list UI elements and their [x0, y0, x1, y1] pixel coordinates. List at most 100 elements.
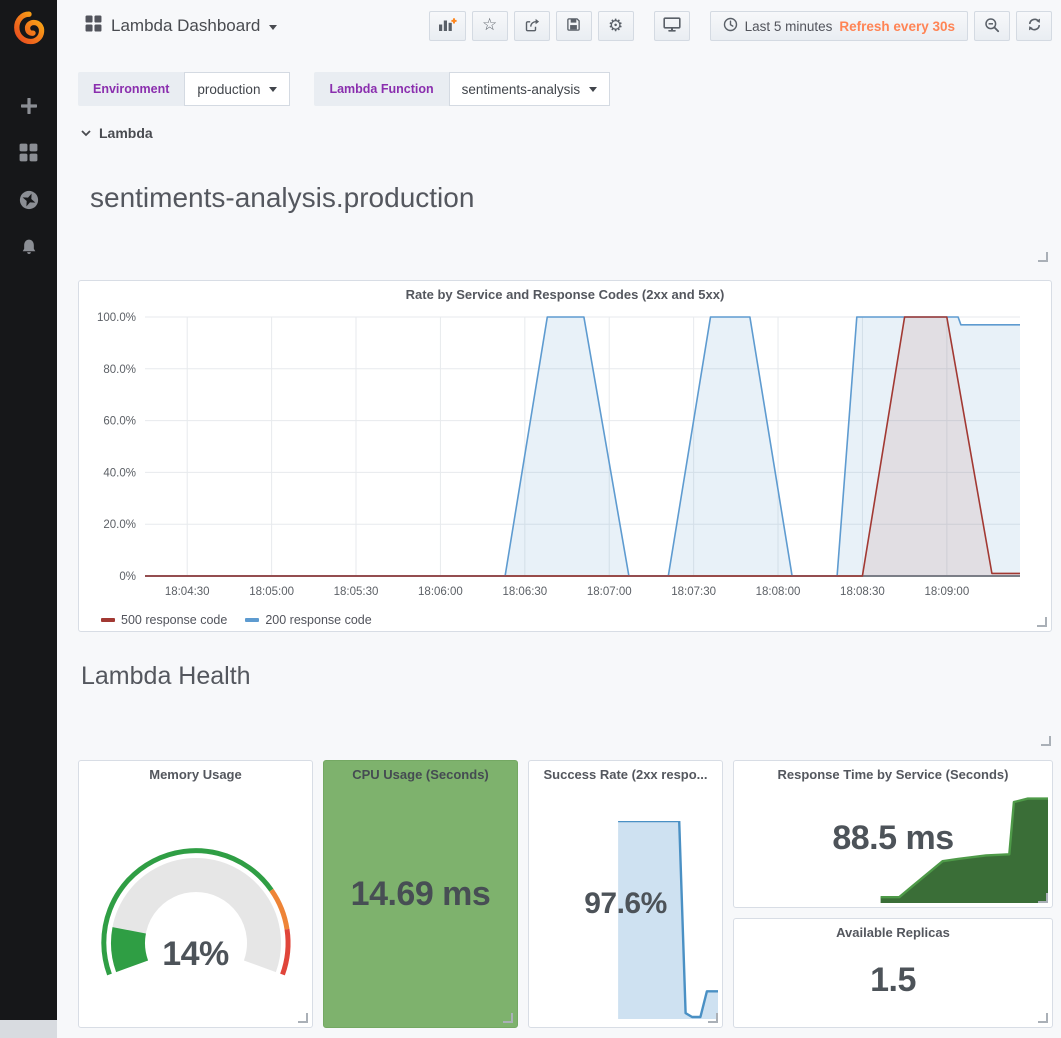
rate-chart-plot[interactable]: 18:04:30 18:05:00 18:05:30 18:06:00 18:06:30… — [79, 309, 1051, 609]
add-panel-icon — [438, 17, 457, 36]
legend-item[interactable]: 500 response code — [101, 613, 227, 627]
panel-cpu-usage: CPU Usage (Seconds) 14.69 ms — [323, 760, 518, 1028]
chart-legend: 500 response code 200 response code — [79, 609, 1051, 631]
alerting-bell-icon — [20, 238, 38, 261]
cycle-view-button[interactable] — [654, 11, 690, 41]
panel-title[interactable]: Available Replicas — [734, 919, 1052, 947]
svg-text:18:07:30: 18:07:30 — [671, 586, 716, 598]
filter-value: production — [197, 82, 260, 97]
filter-label: Environment — [78, 72, 184, 106]
settings-button[interactable]: ⚙ — [598, 11, 634, 41]
chevron-down-icon — [269, 87, 277, 92]
legend-color-chip — [101, 618, 115, 622]
memory-gauge: 14% — [79, 789, 312, 1029]
svg-text:18:08:30: 18:08:30 — [840, 586, 885, 598]
save-button[interactable] — [556, 11, 592, 41]
filter-environment-select[interactable]: production — [184, 72, 290, 106]
dashboard-title-dropdown[interactable]: Lambda Dashboard — [85, 15, 277, 37]
add-panel-button[interactable] — [429, 11, 466, 41]
panel-memory-usage: Memory Usage 14% — [78, 760, 313, 1028]
svg-text:18:05:00: 18:05:00 — [249, 586, 294, 598]
time-range-picker[interactable]: Last 5 minutes Refresh every 30s — [710, 11, 968, 41]
chevron-down-icon — [81, 124, 91, 142]
svg-text:80.0%: 80.0% — [103, 364, 136, 376]
filter-label: Lambda Function — [314, 72, 448, 106]
share-icon — [524, 17, 540, 36]
svg-text:18:08:00: 18:08:00 — [756, 586, 801, 598]
panel-available-replicas: Available Replicas 1.5 — [733, 918, 1053, 1028]
response-time-value: 88.5 ms — [734, 819, 1052, 858]
dashboard-title: Lambda Dashboard — [111, 16, 260, 36]
panel-title[interactable]: Rate by Service and Response Codes (2xx … — [79, 281, 1051, 309]
chevron-down-icon — [589, 87, 597, 92]
legend-color-chip — [245, 618, 259, 622]
panel-title[interactable]: Success Rate (2xx respo... — [529, 761, 722, 789]
row-toggle-lambda[interactable]: Lambda — [81, 124, 153, 142]
gauge-arc — [86, 823, 306, 1023]
refresh-icon — [1027, 17, 1042, 35]
panel-title[interactable]: Response Time by Service (Seconds) — [734, 761, 1052, 789]
refresh-interval-label: Refresh every 30s — [839, 19, 955, 34]
panel-resize-handle[interactable] — [1041, 736, 1051, 746]
sidebar-nav — [0, 98, 57, 259]
sidebar-alerting-button[interactable] — [0, 239, 57, 259]
section-heading-lambda-health: Lambda Health — [81, 662, 251, 691]
panel-success-rate: Success Rate (2xx respo... 97.6% — [528, 760, 723, 1028]
filter-lambda-function-select[interactable]: sentiments-analysis — [449, 72, 611, 106]
star-button[interactable]: ☆ — [472, 11, 508, 41]
legend-label: 500 response code — [121, 613, 227, 627]
svg-text:18:07:00: 18:07:00 — [587, 586, 632, 598]
panel-title[interactable]: CPU Usage (Seconds) — [324, 761, 517, 789]
filter-value: sentiments-analysis — [462, 82, 581, 97]
explore-compass-icon — [19, 190, 39, 215]
main-content: Lambda Dashboard ☆ — [57, 0, 1061, 1038]
sidebar-bottom-strip — [0, 1020, 57, 1038]
panel-function-name-text: sentiments-analysis.production — [78, 150, 1052, 266]
legend-label: 200 response code — [265, 613, 371, 627]
function-name-text: sentiments-analysis.production — [90, 182, 474, 214]
refresh-button[interactable] — [1016, 11, 1052, 41]
save-icon — [566, 17, 581, 35]
star-icon: ☆ — [482, 17, 497, 34]
svg-text:18:05:30: 18:05:30 — [334, 586, 379, 598]
plus-icon — [21, 98, 37, 119]
available-replicas-value: 1.5 — [734, 961, 1052, 1000]
filter-lambda-function: Lambda Function sentiments-analysis — [314, 72, 610, 106]
top-navbar: Lambda Dashboard ☆ — [57, 0, 1061, 52]
sidebar-create-button[interactable] — [0, 98, 57, 118]
panel-resize-handle[interactable] — [1038, 252, 1048, 262]
template-variables-row: Environment production Lambda Function s… — [78, 72, 610, 106]
svg-text:18:06:00: 18:06:00 — [418, 586, 463, 598]
svg-text:20.0%: 20.0% — [103, 519, 136, 531]
grafana-logo[interactable] — [12, 11, 46, 45]
panel-title[interactable]: Memory Usage — [79, 761, 312, 789]
panel-resize-handle[interactable] — [1038, 1013, 1048, 1023]
panel-resize-handle[interactable] — [298, 1013, 308, 1023]
svg-text:18:09:00: 18:09:00 — [924, 586, 969, 598]
dashboards-icon — [19, 143, 38, 167]
svg-text:40.0%: 40.0% — [103, 467, 136, 479]
svg-text:100.0%: 100.0% — [97, 312, 136, 324]
legend-item[interactable]: 200 response code — [245, 613, 371, 627]
zoom-out-button[interactable] — [974, 11, 1010, 41]
settings-gear-icon: ⚙ — [608, 18, 623, 35]
sidebar — [0, 0, 57, 1020]
zoom-out-icon — [984, 17, 1000, 36]
filter-environment: Environment production — [78, 72, 290, 106]
row-title: Lambda — [99, 125, 153, 141]
svg-text:60.0%: 60.0% — [103, 416, 136, 428]
panel-resize-handle[interactable] — [708, 1013, 718, 1023]
share-button[interactable] — [514, 11, 550, 41]
chevron-down-icon — [269, 25, 277, 30]
cpu-usage-value: 14.69 ms — [324, 875, 517, 914]
panel-resize-handle[interactable] — [1037, 617, 1047, 627]
svg-text:18:04:30: 18:04:30 — [165, 586, 210, 598]
panel-resize-handle[interactable] — [1038, 893, 1048, 903]
sidebar-explore-button[interactable] — [0, 192, 57, 212]
sidebar-dashboards-button[interactable] — [0, 145, 57, 165]
panel-resize-handle[interactable] — [503, 1013, 513, 1023]
svg-text:18:06:30: 18:06:30 — [502, 586, 547, 598]
memory-usage-value: 14% — [79, 935, 312, 974]
svg-text:0%: 0% — [119, 571, 136, 583]
toolbar: ☆ — [429, 11, 1052, 41]
